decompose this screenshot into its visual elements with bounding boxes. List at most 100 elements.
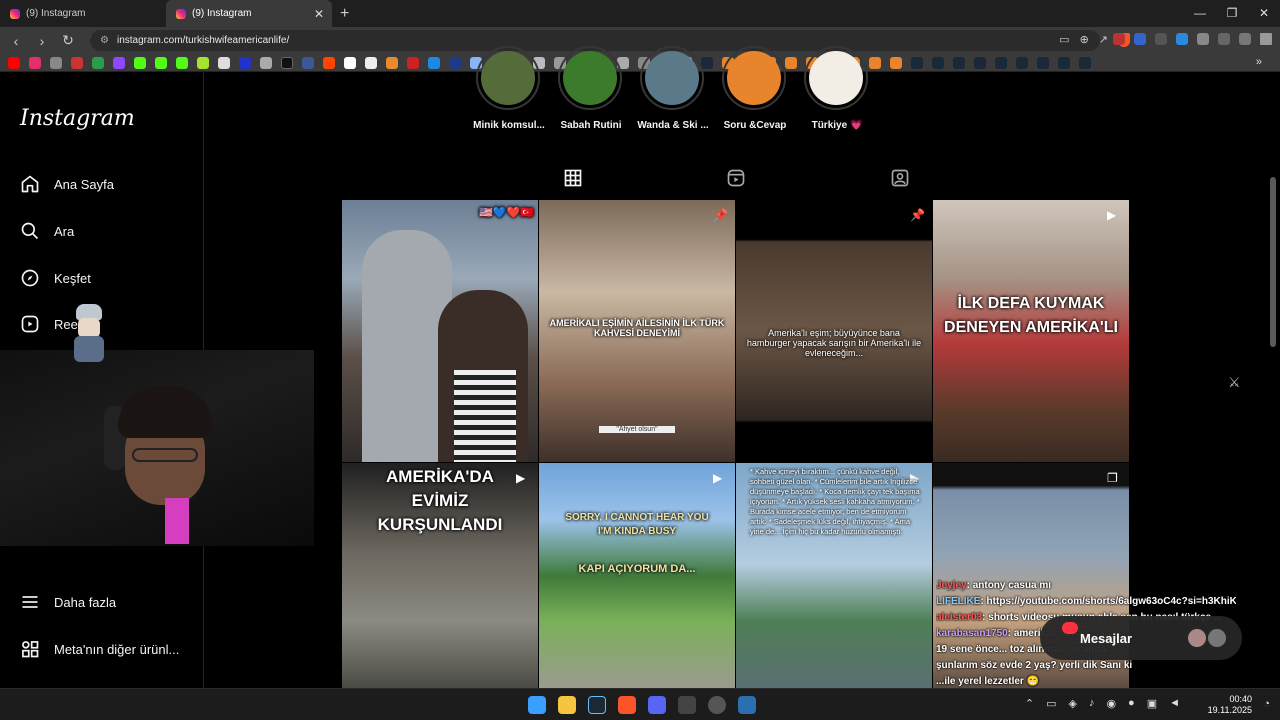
extension-icon[interactable] (1176, 33, 1188, 45)
extension-icon[interactable] (1113, 33, 1125, 45)
highlight-item[interactable]: Türkiye 💗 (798, 46, 870, 136)
discord-icon[interactable] (648, 696, 666, 714)
bookmark-icon[interactable] (92, 56, 104, 69)
bookmark-icon[interactable] (386, 56, 398, 69)
highlight-item[interactable]: Wanda & Ski ... (634, 46, 709, 136)
bookmark-icon[interactable] (302, 56, 314, 69)
sidebar-item-more[interactable]: Daha fazla (20, 592, 116, 612)
tab-posts[interactable] (563, 168, 583, 188)
highlight-item[interactable]: Minik komsul... (470, 46, 545, 136)
amazon-bookmark-icon[interactable] (365, 56, 377, 69)
bookmark-icon[interactable] (785, 56, 797, 69)
steam-bookmark-icon[interactable] (1058, 56, 1070, 69)
steam-tray-icon[interactable]: ◉ (1106, 697, 1116, 710)
puzzle-icon[interactable] (1218, 33, 1230, 45)
steam-icon[interactable] (588, 696, 606, 714)
back-icon[interactable]: ‹ (8, 33, 24, 49)
post-tile[interactable]: 🇺🇸💙❤️🇹🇷 (342, 200, 538, 462)
page-scrollbar[interactable] (1270, 177, 1276, 347)
cast-icon[interactable]: ▭ (1059, 33, 1069, 47)
bookmark-icon[interactable] (428, 56, 440, 69)
steam-bookmark-icon[interactable] (1079, 56, 1091, 69)
file-explorer-icon[interactable] (558, 696, 576, 714)
close-window-button[interactable]: ✕ (1248, 0, 1280, 27)
instagram-bookmark-icon[interactable] (29, 56, 41, 69)
post-tile[interactable]: ▶ İLK DEFA KUYMAK DENEYEN AMERİKA'LI (933, 200, 1129, 462)
bookmark-icon[interactable] (50, 56, 62, 69)
bookmark-icon[interactable] (869, 56, 881, 69)
instagram-logo[interactable]: Instagram (20, 106, 135, 131)
brave-browser-icon[interactable] (618, 696, 636, 714)
notification-bell-icon[interactable]: ◔ (1263, 698, 1270, 710)
forward-icon[interactable]: › (34, 33, 50, 49)
bookmark-icon[interactable] (344, 56, 356, 69)
sidebar-item-home[interactable]: Ana Sayfa (20, 174, 114, 194)
bookmark-icon[interactable] (197, 56, 209, 69)
menu-icon[interactable] (1260, 33, 1272, 45)
extension-icon[interactable] (1197, 33, 1209, 45)
steam-bookmark-icon[interactable] (1016, 56, 1028, 69)
reload-icon[interactable]: ↻ (60, 32, 76, 49)
highlight-item[interactable]: Soru &Cevap (716, 46, 788, 136)
highlight-item[interactable]: Sabah Rutini (552, 46, 624, 136)
x-bookmark-icon[interactable] (281, 56, 293, 69)
more-bookmarks-icon[interactable]: » (1256, 56, 1262, 68)
bookmark-icon[interactable] (71, 56, 83, 69)
tab-reels[interactable] (726, 168, 746, 188)
bookmark-icon[interactable] (218, 56, 230, 69)
steam-bookmark-icon[interactable] (932, 56, 944, 69)
post-tile[interactable]: 📌 AMERİKALI EŞİMİN AİLESİNİN İLK TÜRK KA… (539, 200, 735, 462)
extension-icon[interactable] (1155, 33, 1167, 45)
network-icon[interactable]: ▣ (1147, 697, 1157, 710)
restore-button[interactable]: ❐ (1216, 0, 1248, 27)
start-icon[interactable] (528, 696, 546, 714)
browser-tab-active[interactable]: (9) Instagram ✕ (166, 0, 332, 27)
zoom-icon[interactable]: ⊕ (1080, 33, 1089, 47)
taskbar-clock[interactable]: 00:40 19.11.2025 (1208, 694, 1252, 716)
bookmark-icon[interactable] (890, 56, 902, 69)
sidebar-item-label: Keşfet (54, 270, 91, 286)
microphone-icon[interactable]: ● (1128, 697, 1135, 710)
app-icon[interactable] (708, 696, 726, 714)
youtube-bookmark-icon[interactable] (8, 56, 20, 69)
bookmark-icon[interactable] (260, 56, 272, 69)
bookmark-icon[interactable] (449, 56, 461, 69)
speaker-icon[interactable]: ♪ (1089, 697, 1095, 710)
twitch-bookmark-icon[interactable] (113, 56, 125, 69)
site-settings-icon[interactable]: ⚙ (100, 35, 109, 46)
close-tab-icon[interactable]: ✕ (314, 7, 324, 21)
share-icon[interactable]: ↗ (1099, 33, 1108, 47)
kick-bookmark-icon[interactable] (155, 56, 167, 69)
steam-bookmark-icon[interactable] (953, 56, 965, 69)
extension-icon[interactable] (1134, 33, 1146, 45)
sidebar-toggle-icon[interactable] (1239, 33, 1251, 45)
security-icon[interactable]: ◈ (1068, 697, 1076, 710)
kick-bookmark-icon[interactable] (176, 56, 188, 69)
steam-bookmark-icon[interactable] (974, 56, 986, 69)
tab-tagged[interactable] (890, 168, 910, 188)
app-icon[interactable] (678, 696, 696, 714)
kick-bookmark-icon[interactable] (134, 56, 146, 69)
post-tile[interactable]: ▶ SORRY, I CANNOT HEAR YOU I'M KINDA BUS… (539, 463, 735, 689)
post-tile[interactable]: ▶ AMERİKA'DA EVİMİZ KURŞUNLANDI (342, 463, 538, 689)
sidebar-item-meta-apps[interactable]: Meta'nın diğer ürünl... (20, 639, 179, 659)
sidebar-item-search[interactable]: Ara (20, 221, 74, 241)
chevron-up-icon[interactable]: ⌃ (1025, 697, 1034, 710)
steam-bookmark-icon[interactable] (911, 56, 923, 69)
sidebar-item-explore[interactable]: Keşfet (20, 268, 91, 288)
browser-tab[interactable]: (9) Instagram (0, 0, 166, 27)
messages-button[interactable]: Mesajlar (1040, 616, 1242, 660)
volume-icon[interactable]: ◄ (1169, 697, 1180, 710)
steam-bookmark-icon[interactable] (1037, 56, 1049, 69)
battery-icon[interactable]: ▭ (1046, 697, 1056, 710)
bookmark-icon[interactable] (239, 56, 251, 69)
steam-bookmark-icon[interactable] (995, 56, 1007, 69)
minimize-button[interactable]: — (1184, 0, 1216, 27)
reddit-bookmark-icon[interactable] (323, 56, 335, 69)
app-icon[interactable] (738, 696, 756, 714)
post-tile[interactable]: 📌 Amerika'lı eşim; büyüyünce bana hambur… (736, 200, 932, 462)
bookmark-icon[interactable] (407, 56, 419, 69)
post-tile[interactable]: ▶ * Kahve içmeyi bıraktım... çünkü kahve… (736, 463, 932, 689)
steam-bookmark-icon[interactable] (701, 56, 713, 69)
new-tab-button[interactable]: + (340, 5, 349, 23)
